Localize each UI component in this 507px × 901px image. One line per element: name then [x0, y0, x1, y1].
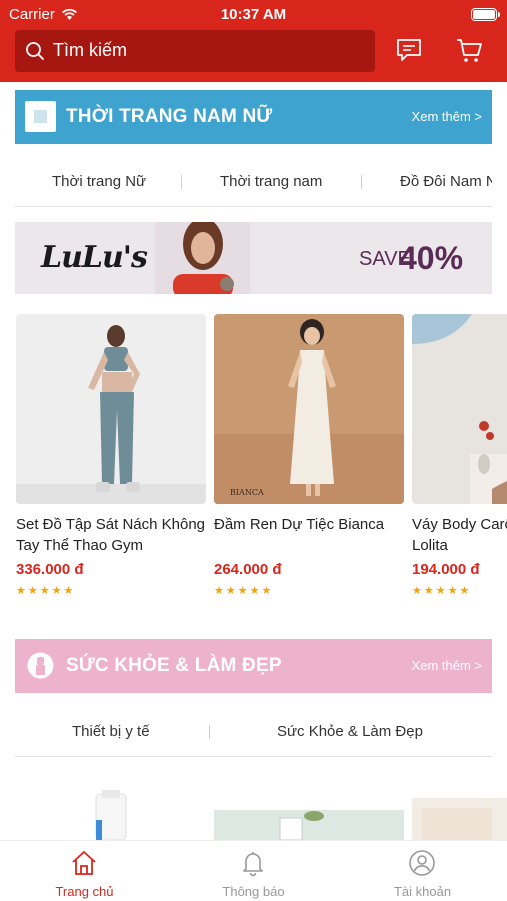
subcategory-beauty[interactable]: Sức Khỏe & Làm Đẹp — [277, 723, 423, 740]
subcategory-men[interactable]: Thời trang nam — [220, 173, 322, 190]
product-price: 264.000 đ — [214, 561, 282, 578]
product-name: Đầm Ren Dự Tiệc Bianca — [214, 516, 385, 533]
image-watermark: BIANCA — [230, 488, 264, 497]
tab-label: Tài khoản — [393, 884, 452, 899]
search-icon — [26, 42, 44, 60]
health-subcategories: Thiết bị y tế Sức Khỏe & Làm Đẹp — [15, 708, 492, 757]
subcategory-couple[interactable]: Đồ Đôi Nam Nữ — [400, 173, 492, 190]
promo-banner[interactable]: LuLu's SAVE 40% — [15, 222, 492, 294]
model-photo — [155, 222, 250, 294]
product-card[interactable]: Váy Body Carô Bèo Trắng Lolita 194.000 đ… — [412, 314, 507, 597]
chat-icon[interactable] — [395, 36, 423, 64]
divider — [181, 175, 182, 189]
tab-notifications[interactable]: Thông báo — [169, 841, 338, 901]
cart-icon[interactable] — [455, 36, 483, 64]
search-placeholder: Tìm kiếm — [53, 40, 127, 60]
bottom-tab-bar: Trang chủ Thông báo Tài khoản — [0, 840, 507, 901]
product-image[interactable] — [412, 798, 507, 840]
see-more-link[interactable]: Xem thêm > — [412, 658, 482, 673]
section-health-banner[interactable]: SỨC KHỎE & LÀM ĐẸP Xem thêm > — [15, 639, 492, 693]
battery-icon — [471, 8, 500, 21]
product-card[interactable]: Set Đồ Tập Sát Nách Không Tay Thể Thao G… — [16, 314, 206, 597]
section-title: SỨC KHỎE & LÀM ĐẸP — [66, 655, 282, 676]
discount-value: 40% — [399, 240, 464, 276]
product-price: 336.000 đ — [16, 561, 84, 578]
tab-home[interactable]: Trang chủ — [0, 841, 169, 901]
tab-label: Trang chủ — [55, 884, 114, 899]
product-card[interactable]: BIANCA Đầm Ren Dự Tiệc Bianca 264.000 đ … — [214, 314, 404, 597]
product-image — [16, 314, 206, 504]
rating-stars: ★★★★★ — [412, 585, 472, 597]
lipstick-icon — [25, 650, 56, 681]
brand-logo: LuLu's — [41, 240, 148, 275]
product-image — [412, 314, 507, 504]
section-title: THỜI TRANG NAM NỮ — [66, 106, 273, 127]
user-icon — [409, 850, 435, 876]
fashion-category-icon — [25, 101, 56, 132]
subcategory-medical[interactable]: Thiết bị y tế — [72, 723, 150, 740]
see-more-link[interactable]: Xem thêm > — [412, 109, 482, 124]
product-price: 194.000 đ — [412, 561, 480, 578]
app-header: Carrier 10:37 AM Tìm kiếm — [0, 0, 507, 82]
clock: 10:37 AM — [220, 6, 287, 23]
rating-stars: ★★★★★ — [16, 585, 76, 597]
rating-stars: ★★★★★ — [214, 585, 274, 597]
subcategory-women[interactable]: Thời trang Nữ — [52, 173, 146, 190]
divider — [361, 175, 362, 189]
fashion-subcategories: Thời trang Nữ Thời trang nam Đồ Đôi Nam … — [15, 158, 492, 207]
product-name: Váy Body Carô Bèo Trắng Lolita — [412, 516, 507, 554]
tab-account[interactable]: Tài khoản — [338, 841, 507, 901]
product-image: BIANCA — [214, 314, 404, 504]
product-image[interactable] — [214, 810, 404, 840]
divider — [209, 725, 210, 739]
section-fashion-banner[interactable]: THỜI TRANG NAM NỮ Xem thêm > — [15, 90, 492, 144]
product-image[interactable] — [16, 790, 206, 840]
status-bar: Carrier 10:37 AM — [0, 0, 507, 28]
product-name: Set Đồ Tập Sát Nách Không Tay Thể Thao G… — [16, 516, 206, 554]
tab-label: Thông báo — [222, 884, 285, 899]
home-icon — [72, 851, 96, 875]
bell-icon — [243, 852, 263, 877]
search-input[interactable]: Tìm kiếm — [15, 30, 375, 72]
